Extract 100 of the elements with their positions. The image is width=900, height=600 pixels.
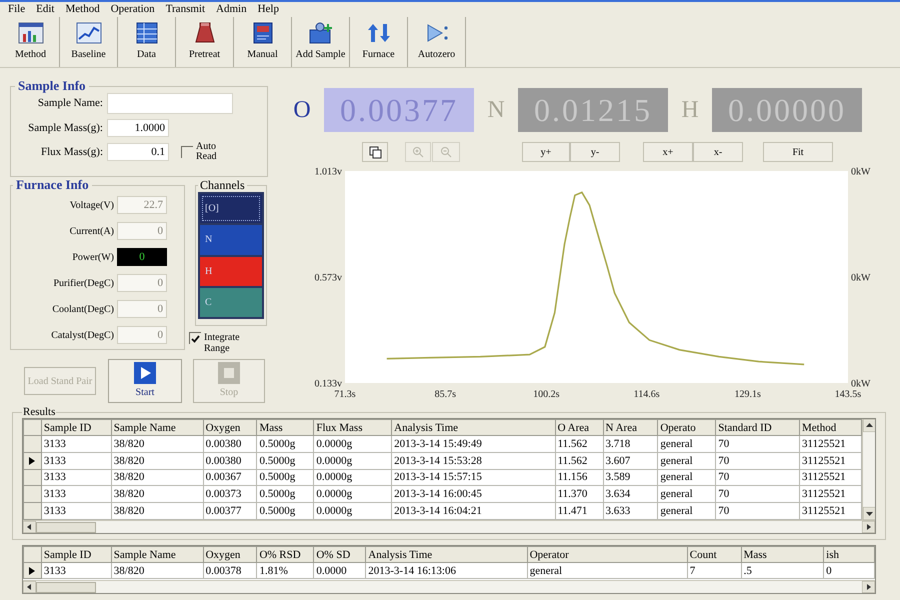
column-header[interactable]: O% SD	[314, 546, 366, 562]
table-cell: 3133	[41, 452, 112, 470]
group-title: Furnace Info	[15, 178, 90, 192]
menu-item[interactable]: Admin	[216, 3, 247, 15]
y-tick-label: 0.133v	[314, 378, 342, 390]
field-label: Current(A)	[68, 224, 115, 238]
column-header[interactable]: Analysis Time	[366, 546, 528, 562]
x-tick-label: 71.3s	[334, 389, 356, 400]
axis-button[interactable]: x+	[643, 142, 693, 162]
table-cell: 0.00380	[203, 452, 257, 470]
table-cell: 2013-3-14 15:49:49	[392, 436, 556, 452]
column-header[interactable]: N Area	[603, 420, 658, 436]
row-header[interactable]	[24, 562, 42, 578]
menu-item[interactable]: Operation	[110, 3, 155, 15]
column-header[interactable]: Sample Name	[111, 420, 204, 436]
menu-item[interactable]: File	[8, 3, 26, 15]
toolbar-button[interactable]: Data	[118, 16, 176, 66]
table-cell: 0.5000g	[256, 469, 314, 486]
scroll-down-arrow-icon[interactable]	[863, 507, 875, 520]
table-cell: 0.00378	[203, 562, 257, 578]
check-icon	[191, 334, 200, 342]
reading-field[interactable]: 0	[117, 274, 167, 292]
axis-button[interactable]: x-	[693, 142, 743, 162]
table-cell: 1.81%	[256, 562, 314, 578]
column-header[interactable]: Mass	[741, 546, 824, 562]
toolbar-button[interactable]: Method	[2, 16, 60, 66]
stop-icon	[218, 362, 240, 384]
scroll-left-arrow-icon[interactable]	[23, 521, 36, 533]
table-cell: 3.634	[603, 486, 658, 503]
table-cell: 0	[824, 562, 874, 578]
reading-field[interactable]: 0	[117, 326, 167, 344]
reading-field[interactable]: 0	[117, 300, 167, 318]
axis-button[interactable]: y-	[570, 142, 620, 162]
toolbar-button[interactable]: Baseline	[60, 16, 118, 66]
toolbar-button[interactable]: Furnace	[350, 16, 408, 66]
scroll-right-arrow-icon[interactable]	[862, 521, 875, 533]
toolbar-button[interactable]: Pretreat	[176, 16, 234, 66]
table-cell: 3.589	[603, 469, 658, 486]
field-label: Sample Name:	[36, 96, 104, 112]
horizontal-scrollbar[interactable]	[23, 520, 875, 533]
text-field[interactable]: 0.1	[107, 143, 169, 161]
table-icon	[134, 22, 160, 44]
column-header[interactable]: Sample ID	[41, 420, 112, 436]
table-cell: 2013-3-14 15:53:28	[392, 452, 556, 470]
table-cell: 3133	[41, 469, 112, 486]
column-header[interactable]: Analysis Time	[392, 420, 556, 436]
axis-button[interactable]: y+	[522, 142, 570, 162]
column-header[interactable]: Standard ID	[716, 420, 800, 436]
text-field[interactable]	[107, 93, 233, 114]
field-label: Voltage(V)	[68, 198, 115, 212]
menu-item[interactable]: Help	[258, 3, 279, 15]
table-cell: 0.0000	[314, 562, 366, 578]
table-cell: 70	[716, 486, 800, 503]
toolbar-button[interactable]: Autozero	[408, 16, 466, 66]
x-tick-label: 143.5s	[834, 389, 862, 400]
column-header[interactable]: ish	[824, 546, 874, 562]
current-row-icon	[29, 566, 36, 574]
table-cell: 11.156	[555, 469, 603, 486]
column-header[interactable]: Operato	[658, 420, 716, 436]
column-header[interactable]: Sample ID	[41, 546, 112, 562]
table-cell: 3133	[41, 562, 112, 578]
table-cell: .5	[741, 562, 824, 578]
reading-field[interactable]: 22.7	[117, 196, 167, 214]
text-field[interactable]: 1.0000	[107, 119, 169, 137]
menu-item[interactable]: Edit	[36, 3, 54, 15]
column-header[interactable]: Oxygen	[203, 420, 257, 436]
column-header[interactable]: Operator	[527, 546, 688, 562]
channel-button[interactable]: [O]	[200, 194, 262, 224]
horizontal-scrollbar[interactable]	[23, 580, 875, 593]
column-header[interactable]: Method	[800, 420, 862, 436]
menu-item[interactable]: Method	[65, 3, 100, 15]
axis-button[interactable]: Fit	[763, 142, 833, 162]
column-header[interactable]: Mass	[256, 420, 314, 436]
row-header[interactable]	[24, 452, 42, 470]
start-button[interactable]: Start	[108, 359, 182, 403]
y-tick-label: 1.013v	[314, 166, 342, 178]
column-header[interactable]: O Area	[555, 420, 603, 436]
x-tick-label: 100.2s	[533, 389, 560, 400]
toolbar-button[interactable]: Add Sample	[292, 16, 350, 66]
field-label: Flux Mass(g):	[40, 144, 104, 160]
scroll-up-arrow-icon[interactable]	[863, 419, 875, 432]
channel-button[interactable]: N	[200, 225, 262, 254]
column-header[interactable]: Flux Mass	[314, 420, 392, 436]
copy-button[interactable]	[362, 142, 388, 162]
column-header[interactable]: Sample Name	[111, 546, 204, 562]
column-header[interactable]: O% RSD	[256, 546, 314, 562]
table-cell: 11.562	[555, 436, 603, 452]
channel-label: H	[680, 96, 700, 125]
menu-item[interactable]: Transmit	[166, 3, 206, 15]
scroll-right-arrow-icon[interactable]	[862, 581, 875, 593]
group-title: Channels	[199, 178, 246, 192]
vertical-scrollbar[interactable]	[862, 419, 875, 520]
column-header[interactable]: Count	[687, 546, 742, 562]
reading-field[interactable]: 0	[117, 222, 167, 240]
right-axis-label: 0kW	[851, 166, 870, 178]
toolbar-button[interactable]: Manual	[234, 16, 292, 66]
table-cell: 3133	[41, 486, 112, 503]
column-header[interactable]: Oxygen	[203, 546, 257, 562]
table-cell: 2013-3-14 16:13:06	[366, 562, 528, 578]
scroll-left-arrow-icon[interactable]	[23, 581, 36, 593]
